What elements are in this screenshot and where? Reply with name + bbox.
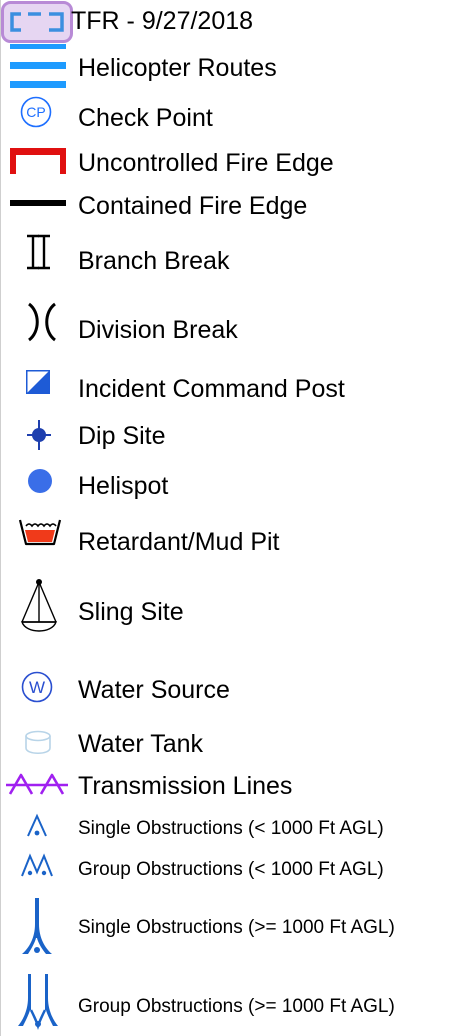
incident-command-post-icon [26, 370, 50, 394]
legend-item-dip-site: Dip Site [0, 414, 475, 462]
legend-item-group-obstructions-high: Group Obstructions (>= 1000 Ft AGL) [0, 972, 475, 1036]
check-point-icon: CP [20, 96, 52, 128]
legend-item-check-point: CP Check Point [0, 94, 475, 142]
legend-label-retardant-mud-pit: Retardant/Mud Pit [78, 528, 280, 556]
legend-label-contained-fire-edge: Contained Fire Edge [78, 192, 308, 220]
legend-item-single-obstructions-high: Single Obstructions (>= 1000 Ft AGL) [0, 890, 475, 972]
legend-label-check-point: Check Point [78, 104, 213, 132]
legend-label-water-source: Water Source [78, 676, 230, 704]
svg-text:W: W [29, 678, 45, 697]
legend-label-dip-site: Dip Site [78, 422, 166, 450]
single-obstruction-high-icon [22, 898, 52, 954]
retardant-mud-pit-icon [18, 519, 62, 546]
group-obstruction-high-icon [18, 974, 58, 1030]
legend-item-sling-site: Sling Site [0, 576, 475, 660]
svg-text:CP: CP [26, 104, 45, 120]
legend-item-division-break: Division Break [0, 298, 475, 364]
legend-label-group-obstructions-low: Group Obstructions (< 1000 Ft AGL) [78, 859, 384, 880]
legend-item-transmission-lines: Transmission Lines [0, 768, 475, 808]
division-break-icon [27, 302, 57, 342]
contained-fire-edge-icon [10, 200, 66, 206]
helicopter-route-icon [10, 44, 66, 88]
legend-item-single-obstructions-low: Single Obstructions (< 1000 Ft AGL) [0, 808, 475, 846]
legend-item-retardant-mud-pit: Retardant/Mud Pit [0, 512, 475, 576]
legend-item-helicopter-routes: Helicopter Routes [0, 44, 475, 94]
legend-label-water-tank: Water Tank [78, 730, 204, 758]
legend-label-transmission-lines: Transmission Lines [78, 772, 293, 800]
tfr-boundary-icon [1, 1, 73, 43]
legend-item-tfr: TFR - 9/27/2018 [0, 0, 475, 44]
transmission-lines-icon [6, 773, 68, 795]
legend-item-incident-command-post: Incident Command Post [0, 364, 475, 414]
dip-site-icon [27, 420, 51, 450]
legend-item-helispot: Helispot [0, 462, 475, 512]
legend-label-tfr: TFR - 9/27/2018 [71, 7, 254, 35]
legend-label-group-obstructions-high: Group Obstructions (>= 1000 Ft AGL) [78, 996, 395, 1017]
legend-label-single-obstructions-high: Single Obstructions (>= 1000 Ft AGL) [78, 917, 395, 938]
single-obstruction-low-icon [27, 813, 47, 837]
legend-item-water-tank: Water Tank [0, 722, 475, 768]
legend-item-group-obstructions-low: Group Obstructions (< 1000 Ft AGL) [0, 846, 475, 890]
sling-site-icon [21, 579, 57, 632]
legend-label-incident-command-post: Incident Command Post [78, 375, 345, 403]
legend-label-branch-break: Branch Break [78, 247, 230, 275]
legend-item-branch-break: Branch Break [0, 228, 475, 298]
helispot-icon [28, 469, 52, 493]
legend-label-uncontrolled-fire-edge: Uncontrolled Fire Edge [78, 149, 334, 177]
legend-label-helicopter-routes: Helicopter Routes [78, 54, 277, 82]
legend-item-uncontrolled-fire-edge: Uncontrolled Fire Edge [0, 142, 475, 188]
legend-label-sling-site: Sling Site [78, 598, 184, 626]
legend-label-single-obstructions-low: Single Obstructions (< 1000 Ft AGL) [78, 818, 384, 839]
water-tank-icon [25, 730, 51, 755]
water-source-icon: W [21, 671, 53, 703]
legend-label-helispot: Helispot [78, 472, 169, 500]
branch-break-icon [27, 234, 50, 270]
group-obstruction-low-icon [21, 853, 53, 877]
legend-item-water-source: W Water Source [0, 660, 475, 722]
legend-item-contained-fire-edge: Contained Fire Edge [0, 188, 475, 228]
legend-label-division-break: Division Break [78, 316, 238, 344]
uncontrolled-fire-edge-icon [10, 148, 66, 174]
